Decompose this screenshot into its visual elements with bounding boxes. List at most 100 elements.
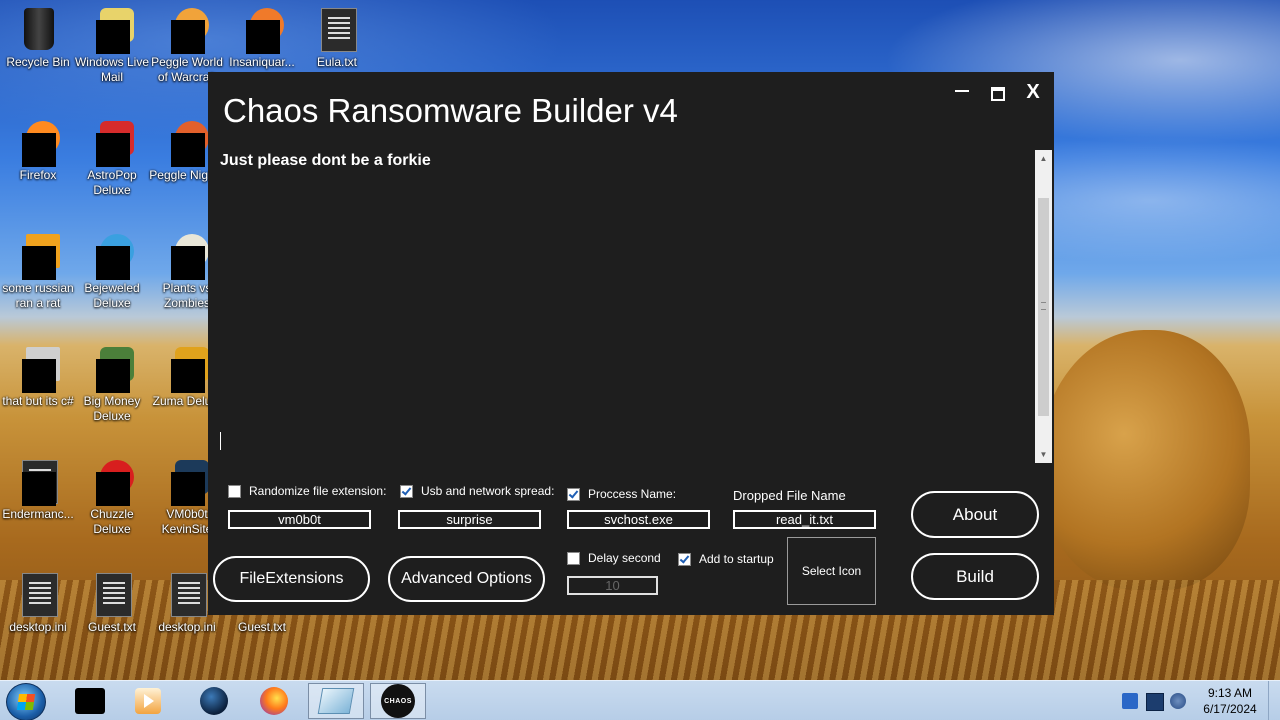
- text-file-icon: [315, 8, 359, 52]
- delay-option[interactable]: Delay second: [567, 551, 661, 565]
- fish-icon: [240, 8, 284, 54]
- desktop-icon-label: Windows Live Mail: [74, 55, 150, 84]
- note-scrollbar[interactable]: ▲ ▼: [1035, 150, 1052, 463]
- desktop-icon-label: desktop.ini: [158, 620, 216, 634]
- usb-spread-label: Usb and network spread:: [421, 484, 555, 498]
- taskbar-media-player[interactable]: [120, 683, 176, 719]
- desktop-icon-recycle-bin[interactable]: Recycle Bin: [0, 8, 76, 70]
- ransom-note-text: Just please dont be a forkie: [220, 152, 431, 169]
- desktop-icon-bejeweled[interactable]: Bejeweled Deluxe: [74, 234, 150, 311]
- startup-option[interactable]: Add to startup: [678, 552, 774, 566]
- randomize-extension-label: Randomize file extension:: [249, 484, 387, 498]
- desktop-icon-label: Bejeweled Deluxe: [84, 281, 140, 310]
- peggle-icon: [165, 121, 209, 167]
- desktop-icon-eula[interactable]: Eula.txt: [299, 8, 375, 70]
- randomize-extension-checkbox[interactable]: [228, 484, 241, 498]
- desktop-icon-label: Guest.txt: [237, 620, 287, 634]
- notepad-icon: [317, 688, 355, 714]
- delay-label: Delay second: [588, 551, 661, 565]
- about-button[interactable]: About: [911, 491, 1039, 538]
- app-icon: [16, 234, 60, 280]
- zuma-icon: [165, 347, 209, 393]
- desktop-icon-label: Guest.txt: [87, 620, 137, 634]
- desktop-icon-label: VM0b0t KevinSite: [161, 507, 213, 536]
- recycle-bin-icon: [16, 8, 60, 52]
- desktop-icon-label: Chuzzle Deluxe: [90, 507, 134, 536]
- process-name-option[interactable]: Proccess Name:: [567, 487, 676, 501]
- process-name-input[interactable]: [567, 510, 710, 529]
- chaos-icon: CHAOS: [381, 684, 415, 718]
- peggle-icon: [165, 8, 209, 54]
- desktop-icon-label: some russian ran a rat: [2, 281, 74, 310]
- taskbar-firefox[interactable]: [246, 683, 302, 719]
- firefox-icon: [16, 121, 60, 167]
- scroll-thumb[interactable]: [1038, 198, 1049, 416]
- gem-icon: [90, 234, 134, 280]
- chaos-builder-window: Chaos Ransomware Builder v4 X Just pleas…: [208, 72, 1054, 615]
- astropop-icon: [90, 121, 134, 167]
- clock-time: 9:13 AM: [1207, 686, 1253, 700]
- usb-spread-checkbox[interactable]: [400, 484, 413, 498]
- taskbar-notepad[interactable]: [308, 683, 364, 719]
- desktop-icon-astropop[interactable]: AstroPop Deluxe: [74, 121, 150, 198]
- desktop-icon-big-money[interactable]: Big Money Deluxe: [74, 347, 150, 424]
- advanced-options-button[interactable]: Advanced Options: [388, 556, 545, 602]
- desktop-icon-label: Eula.txt: [316, 55, 358, 69]
- desktop-icon-label: AstroPop Deluxe: [87, 168, 137, 197]
- settings-file-icon: [16, 573, 60, 617]
- start-button[interactable]: [6, 683, 46, 720]
- process-name-checkbox[interactable]: [567, 487, 580, 501]
- desktop-icon-that-but-its-csharp[interactable]: that but its c#: [0, 347, 76, 409]
- extension-input[interactable]: [228, 510, 371, 529]
- usb-spread-option[interactable]: Usb and network spread:: [400, 484, 554, 498]
- stack-icon: [16, 347, 60, 393]
- show-desktop-button[interactable]: [1268, 681, 1280, 720]
- randomize-extension-option[interactable]: Randomize file extension:: [228, 484, 386, 498]
- spread-name-input[interactable]: [398, 510, 541, 529]
- taskbar-globe-app[interactable]: [186, 683, 242, 719]
- process-name-label: Proccess Name:: [588, 487, 677, 501]
- desktop-icon-windows-live-mail[interactable]: Windows Live Mail: [74, 8, 150, 85]
- desktop-icon-insaniquarium[interactable]: Insaniquar...: [224, 8, 300, 70]
- desktop-icon-chuzzle[interactable]: Chuzzle Deluxe: [74, 460, 150, 537]
- tray-network-icon[interactable]: [1146, 693, 1164, 711]
- settings-file-icon: [165, 573, 209, 617]
- minimize-button[interactable]: [950, 80, 974, 104]
- app-icon: [75, 688, 105, 714]
- text-file-icon: [90, 573, 134, 617]
- scroll-down-arrow-icon[interactable]: ▼: [1035, 446, 1052, 463]
- desktop-icon-label: desktop.ini: [9, 620, 67, 634]
- taskbar-app-1[interactable]: [62, 683, 118, 719]
- taskbar-chaos[interactable]: CHAOS: [370, 683, 426, 719]
- taskbar-clock[interactable]: 9:13 AM 6/17/2024: [1196, 685, 1264, 717]
- desktop-icon-guest-txt[interactable]: Guest.txt: [74, 573, 150, 635]
- desktop-icon-russian-rat[interactable]: some russian ran a rat: [0, 234, 76, 311]
- taskbar: CHAOS 9:13 AM 6/17/2024: [0, 680, 1280, 720]
- maximize-button[interactable]: [985, 80, 1009, 104]
- build-button[interactable]: Build: [911, 553, 1039, 600]
- close-button[interactable]: X: [1021, 80, 1045, 104]
- tray-flag-icon[interactable]: [1122, 693, 1138, 709]
- delay-seconds-input[interactable]: [567, 576, 658, 595]
- dropped-file-name-label: Dropped File Name: [733, 488, 846, 503]
- desktop-icon-label: Plants vs Zombies: [162, 281, 212, 310]
- desktop-icon-label: Big Money Deluxe: [83, 394, 141, 423]
- desktop-icon-label: that but its c#: [2, 394, 74, 408]
- scroll-up-arrow-icon[interactable]: ▲: [1035, 150, 1052, 167]
- desktop-icon-label: Endermanc...: [2, 507, 74, 521]
- app-icon: [165, 460, 209, 506]
- clock-date: 6/17/2024: [1203, 702, 1257, 716]
- dropped-file-name-input[interactable]: [733, 510, 876, 529]
- window-title: Chaos Ransomware Builder v4: [223, 92, 678, 129]
- desktop-icon-label: Insaniquar...: [229, 55, 295, 69]
- file-extensions-button[interactable]: FileExtensions: [213, 556, 370, 602]
- delay-checkbox[interactable]: [567, 551, 580, 565]
- desktop-icon-desktop-ini[interactable]: desktop.ini: [0, 573, 76, 635]
- ransom-note-textarea[interactable]: Just please dont be a forkie: [218, 150, 1035, 463]
- desktop-icon-endermanch[interactable]: Endermanc...: [0, 460, 76, 522]
- tray-volume-icon[interactable]: [1170, 693, 1186, 709]
- startup-checkbox[interactable]: [678, 552, 691, 566]
- desktop-icon-firefox[interactable]: Firefox: [0, 121, 76, 183]
- select-icon-button[interactable]: Select Icon: [787, 537, 876, 605]
- mail-icon: [90, 8, 134, 54]
